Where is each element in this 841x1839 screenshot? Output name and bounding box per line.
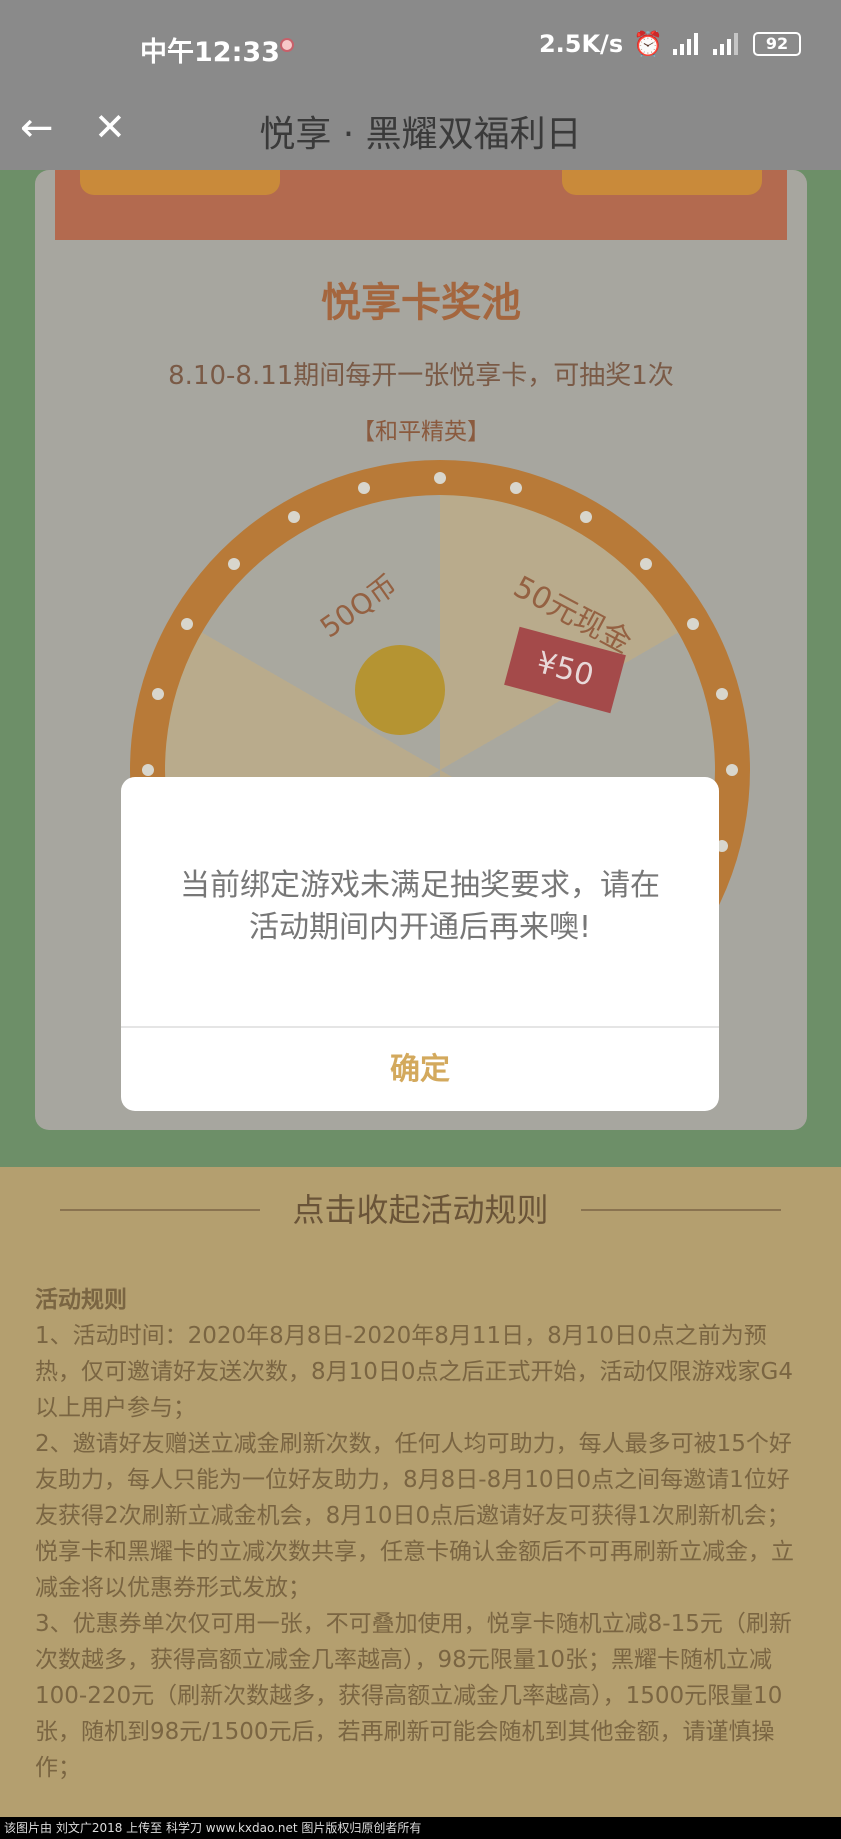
watermark: 该图片由 刘文广2018 上传至 科学刀 www.kxdao.net 图片版权归… [0, 1817, 841, 1839]
dialog-message: 当前绑定游戏未满足抽奖要求，请在活动期间内开通后再来噢! [180, 868, 660, 945]
confirm-button[interactable]: 确定 [121, 1028, 719, 1111]
alert-dialog: 当前绑定游戏未满足抽奖要求，请在活动期间内开通后再来噢! 确定 [121, 777, 719, 1111]
